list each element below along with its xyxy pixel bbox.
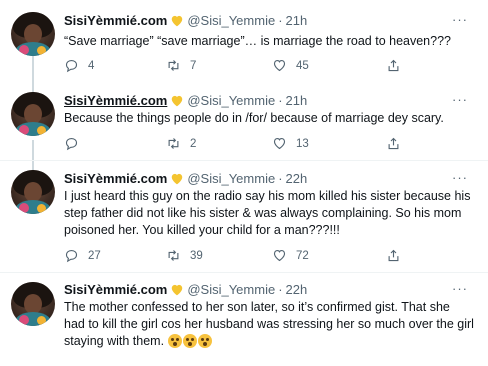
retweet-button[interactable]: 2 — [166, 136, 196, 151]
share-icon — [388, 137, 399, 150]
separator: · — [278, 171, 283, 186]
reply-icon — [65, 137, 78, 151]
tweet-actions: 2 13 — [64, 136, 464, 152]
retweet-count: 39 — [190, 249, 203, 262]
retweet-button[interactable]: 7 — [166, 58, 196, 73]
more-options-icon[interactable]: ··· — [452, 92, 468, 107]
thread-connector — [32, 56, 34, 92]
tweet-text: I just heard this guy on the radio say h… — [64, 189, 471, 237]
astonished-face-icon — [182, 334, 197, 348]
reply-button[interactable]: 27 — [64, 248, 101, 263]
user-handle[interactable]: @Sisi_Yemmie — [187, 282, 275, 297]
yellow-heart-icon — [170, 283, 184, 296]
share-icon — [388, 59, 399, 72]
heart-outline-icon — [273, 249, 286, 262]
hushed-face-icon — [197, 334, 212, 348]
reply-icon — [65, 249, 78, 263]
tweet-text: The mother confessed to her son later, s… — [64, 300, 474, 348]
tweet-header: SisiYèmmié.com @Sisi_Yemmie · 21h — [64, 93, 307, 108]
avatar[interactable] — [11, 12, 55, 56]
tweet-text: “Save marriage” “save marriage”… is marr… — [64, 34, 451, 48]
like-button[interactable]: 45 — [272, 58, 309, 73]
timestamp[interactable]: 22h — [286, 282, 308, 297]
user-handle[interactable]: @Sisi_Yemmie — [187, 13, 275, 28]
share-button[interactable] — [386, 58, 401, 73]
yellow-heart-icon — [170, 172, 184, 185]
separator: · — [278, 93, 283, 108]
retweet-button[interactable]: 39 — [166, 248, 203, 263]
thread-connector — [32, 140, 34, 170]
share-button[interactable] — [386, 136, 401, 151]
yellow-heart-icon — [170, 14, 184, 27]
share-icon — [388, 249, 399, 262]
retweet-count: 2 — [190, 137, 197, 150]
retweet-icon — [168, 60, 179, 71]
more-options-icon[interactable]: ··· — [452, 281, 468, 296]
avatar[interactable] — [11, 92, 55, 136]
heart-outline-icon — [273, 59, 286, 72]
tweet-divider — [0, 160, 488, 161]
tweet-text-block: The mother confessed to her son later, s… — [64, 299, 474, 350]
like-count: 45 — [296, 59, 309, 72]
flushed-face-icon — [167, 334, 182, 348]
display-name[interactable]: SisiYèmmié.com — [64, 282, 167, 297]
tweet-divider — [0, 272, 488, 273]
like-button[interactable]: 72 — [272, 248, 309, 263]
avatar[interactable] — [11, 170, 55, 214]
timestamp[interactable]: 22h — [286, 171, 308, 186]
reply-button[interactable]: 4 — [64, 58, 94, 73]
more-options-icon[interactable]: ··· — [452, 170, 468, 185]
display-name[interactable]: SisiYèmmié.com — [64, 13, 167, 28]
tweet-header: SisiYèmmié.com @Sisi_Yemmie · 21h — [64, 13, 307, 28]
display-name[interactable]: SisiYèmmié.com — [64, 93, 167, 108]
like-button[interactable]: 13 — [272, 136, 309, 151]
yellow-heart-icon — [170, 94, 184, 107]
heart-outline-icon — [273, 137, 286, 150]
like-count: 13 — [296, 137, 309, 150]
tweet-header: SisiYèmmié.com @Sisi_Yemmie · 22h — [64, 171, 307, 186]
display-name[interactable]: SisiYèmmié.com — [64, 171, 167, 186]
reply-icon — [65, 59, 78, 73]
avatar[interactable] — [11, 282, 55, 326]
like-count: 72 — [296, 249, 309, 262]
reply-count: 27 — [88, 249, 101, 262]
timestamp[interactable]: 21h — [286, 13, 308, 28]
tweet-actions: 4 7 45 — [64, 58, 464, 74]
separator: · — [278, 13, 283, 28]
separator: · — [278, 282, 283, 297]
timestamp[interactable]: 21h — [286, 93, 308, 108]
user-handle[interactable]: @Sisi_Yemmie — [187, 93, 275, 108]
reply-count: 4 — [88, 59, 95, 72]
user-handle[interactable]: @Sisi_Yemmie — [187, 171, 275, 186]
reply-button[interactable] — [64, 136, 88, 151]
share-button[interactable] — [386, 248, 401, 263]
retweet-count: 7 — [190, 59, 197, 72]
tweet-actions: 27 39 72 — [64, 248, 464, 264]
retweet-icon — [168, 138, 179, 149]
more-options-icon[interactable]: ··· — [452, 12, 468, 27]
retweet-icon — [168, 250, 179, 261]
tweet-header: SisiYèmmié.com @Sisi_Yemmie · 22h — [64, 282, 307, 297]
tweet-text: Because the things people do in /for/ be… — [64, 111, 444, 125]
